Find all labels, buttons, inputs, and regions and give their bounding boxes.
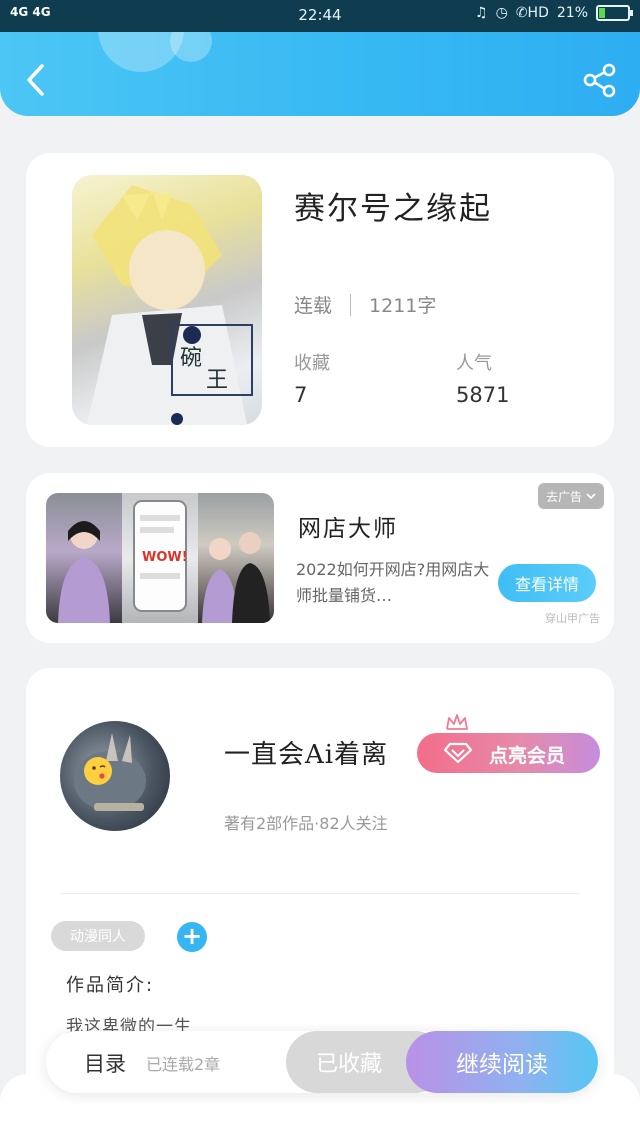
book-cover[interactable]: 碗 王 <box>72 175 262 425</box>
ad-image-strip[interactable]: WOW! <box>46 493 274 623</box>
svg-text:碗: 碗 <box>180 346 202 371</box>
alarm-icon: ◷ <box>495 5 508 21</box>
crown-icon <box>446 714 468 730</box>
chapter-count: 已连载2章 <box>146 1055 221 1074</box>
ad-title: 网店大师 <box>298 516 398 542</box>
ad-description: 2022如何开网店?用网店大师批量铺货… <box>296 560 490 605</box>
battery-icon <box>596 5 633 21</box>
battery-percent: 21% <box>556 5 588 21</box>
divider <box>60 893 580 894</box>
remove-ad-label: 去广告 <box>545 489 582 504</box>
status-bar: 4G 4G 22:44 ♫ ◷ ✆HD 21% <box>0 0 640 32</box>
chevron-left-icon <box>27 64 44 96</box>
vip-membership-button[interactable]: 点亮会员 <box>417 733 600 773</box>
book-info-card: 碗 王 赛尔号之缘起 连载 1211字 收藏 7 人气 5871 <box>26 153 614 447</box>
vip-button-label: 点亮会员 <box>489 745 566 767</box>
plus-icon: + <box>181 922 203 950</box>
view-details-button[interactable]: 查看详情 <box>498 564 596 602</box>
person-illustration <box>58 521 110 623</box>
battery-fill <box>599 8 606 18</box>
hd-call-icon: ✆HD <box>515 5 549 21</box>
chevron-down-icon <box>586 493 596 500</box>
book-title: 赛尔号之缘起 <box>294 191 492 227</box>
share-button[interactable] <box>582 62 618 98</box>
author-meta: 著有2部作品·82人关注 <box>224 814 388 833</box>
status-icons: ♫ ◷ ✆HD 21% <box>475 5 633 21</box>
popularity-value: 5871 <box>456 383 510 407</box>
bottom-action-bar: 目录 已连载2章 已收藏 继续阅读 <box>46 1031 598 1093</box>
favorites-value: 7 <box>294 383 308 407</box>
avatar-image <box>74 733 146 811</box>
continue-reading-button[interactable]: 继续阅读 <box>406 1031 598 1093</box>
ad-image <box>198 493 274 623</box>
share-icon <box>583 63 616 98</box>
people-illustration <box>202 532 270 623</box>
serial-status: 连载 <box>294 295 333 317</box>
popularity-label: 人气 <box>456 353 492 374</box>
mute-bell-icon: ♫ <box>475 5 488 21</box>
remove-ad-button[interactable]: 去广告 <box>537 483 604 509</box>
phone-illustration: WOW! <box>133 500 188 612</box>
book-meta: 连载 1211字 <box>294 291 436 318</box>
ad-image <box>46 493 122 623</box>
ad-image: WOW! <box>122 493 198 623</box>
avatar[interactable] <box>60 721 170 831</box>
author-name[interactable]: 一直会Ai着离 <box>224 734 388 771</box>
table-of-contents-button[interactable]: 目录 <box>84 1048 126 1078</box>
svg-text:王: 王 <box>206 368 228 393</box>
diamond-icon <box>443 742 473 764</box>
favorited-label: 已收藏 <box>315 1052 382 1077</box>
back-button[interactable] <box>22 60 48 100</box>
top-header: 4G 4G 22:44 ♫ ◷ ✆HD 21% <box>0 0 640 116</box>
favorites-label: 收藏 <box>294 353 330 374</box>
meta-divider <box>350 293 352 316</box>
synopsis-label: 作品简介: <box>66 975 155 996</box>
ad-image-badge: WOW! <box>142 550 188 565</box>
cover-illustration: 碗 王 <box>87 185 253 425</box>
add-tag-button[interactable]: + <box>177 922 207 952</box>
word-count: 1211字 <box>369 295 437 317</box>
ad-source: 穿山甲广告 <box>545 612 600 625</box>
ad-card[interactable]: WOW! 网店大师 2022如何开网店?用网店大师批量铺货… 去广告 查看详情 … <box>26 473 614 643</box>
genre-tag[interactable]: 动漫同人 <box>51 921 145 951</box>
